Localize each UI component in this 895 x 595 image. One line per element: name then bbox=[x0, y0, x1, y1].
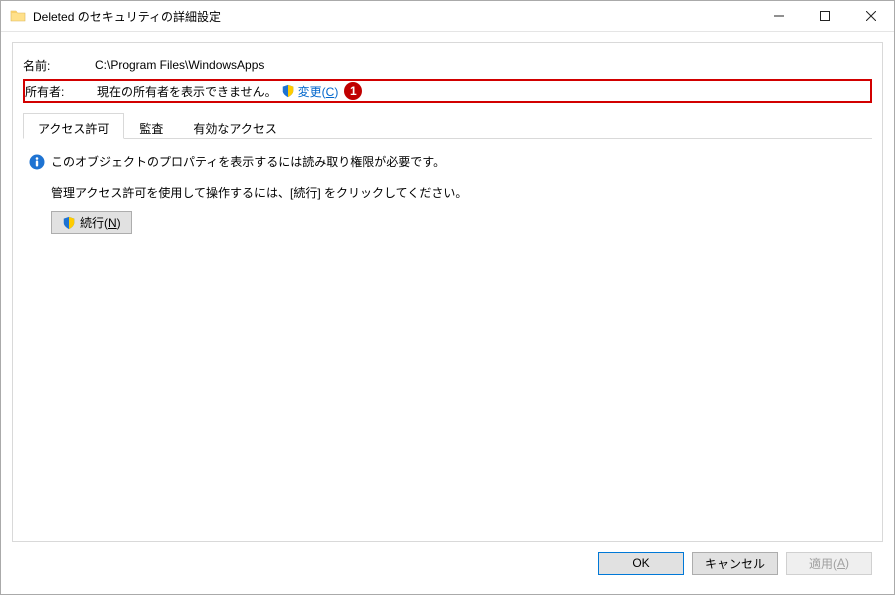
close-icon bbox=[866, 11, 876, 21]
close-button[interactable] bbox=[848, 1, 894, 31]
titlebar: Deleted のセキュリティの詳細設定 bbox=[1, 1, 894, 32]
ok-button[interactable]: OK bbox=[598, 552, 684, 575]
name-value: C:\Program Files\WindowsApps bbox=[95, 58, 264, 72]
tab-content: このオブジェクトのプロパティを表示するには読み取り権限が必要です。 管理アクセス… bbox=[23, 138, 872, 531]
minimize-button[interactable] bbox=[756, 1, 802, 31]
client-area: 名前: C:\Program Files\WindowsApps 所有者: 現在… bbox=[1, 32, 894, 594]
change-owner-link[interactable]: 変更(C) bbox=[281, 83, 339, 100]
tab-strip: アクセス許可 監査 有効なアクセス bbox=[23, 113, 872, 139]
owner-value: 現在の所有者を表示できません。 bbox=[97, 83, 277, 100]
maximize-icon bbox=[820, 11, 830, 21]
owner-label: 所有者: bbox=[25, 83, 97, 100]
minimize-icon bbox=[774, 11, 784, 21]
info-text-2: 管理アクセス許可を使用して操作するには、[続行] をクリックしてください。 bbox=[29, 184, 866, 201]
change-link-text: 変更(C) bbox=[298, 83, 339, 100]
window: Deleted のセキュリティの詳細設定 名前: C:\Program File… bbox=[0, 0, 895, 595]
name-row: 名前: C:\Program Files\WindowsApps bbox=[23, 53, 872, 77]
owner-row: 所有者: 現在の所有者を表示できません。 変更(C) 1 bbox=[23, 79, 872, 103]
name-label: 名前: bbox=[23, 57, 95, 74]
tab-permissions[interactable]: アクセス許可 bbox=[23, 113, 124, 139]
dialog-footer: OK キャンセル 適用(A) bbox=[12, 542, 883, 584]
info-line-1: このオブジェクトのプロパティを表示するには読み取り権限が必要です。 bbox=[29, 153, 866, 170]
cancel-button[interactable]: キャンセル bbox=[692, 552, 778, 575]
window-title: Deleted のセキュリティの詳細設定 bbox=[33, 8, 756, 25]
tab-effective-access[interactable]: 有効なアクセス bbox=[178, 113, 291, 139]
info-icon bbox=[29, 154, 45, 170]
info-text-1: このオブジェクトのプロパティを表示するには読み取り権限が必要です。 bbox=[51, 153, 445, 170]
continue-button[interactable]: 続行(N) bbox=[51, 211, 132, 234]
continue-button-wrap: 続行(N) bbox=[29, 211, 866, 234]
annotation-badge: 1 bbox=[344, 82, 362, 100]
shield-icon bbox=[281, 84, 295, 98]
main-panel: 名前: C:\Program Files\WindowsApps 所有者: 現在… bbox=[12, 42, 883, 542]
apply-button: 適用(A) bbox=[786, 552, 872, 575]
continue-button-label: 続行(N) bbox=[80, 214, 121, 231]
folder-icon bbox=[10, 8, 26, 24]
shield-icon bbox=[62, 216, 76, 230]
tab-audit[interactable]: 監査 bbox=[124, 113, 178, 139]
maximize-button[interactable] bbox=[802, 1, 848, 31]
